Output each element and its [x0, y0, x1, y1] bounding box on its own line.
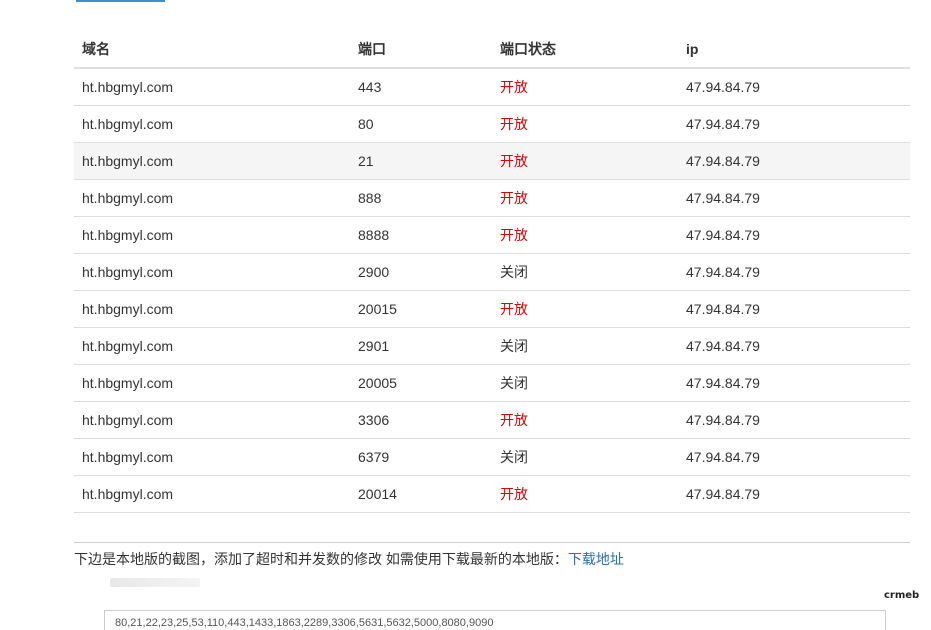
- cell-port-state: 开放: [492, 401, 678, 439]
- cell-port-state: 关闭: [492, 364, 678, 402]
- table-header-row: 域名 端口 端口状态 ip: [74, 30, 910, 69]
- cell-domain: ht.hbgmyl.com: [74, 327, 350, 365]
- cell-domain: ht.hbgmyl.com: [74, 475, 350, 513]
- table-row: ht.hbgmyl.com 20015 开放 47.94.84.79: [74, 290, 910, 328]
- cell-domain: ht.hbgmyl.com: [74, 142, 350, 180]
- table-row: ht.hbgmyl.com 888 开放 47.94.84.79: [74, 179, 910, 217]
- cell-port-state: 开放: [492, 290, 678, 328]
- table-row: ht.hbgmyl.com 3306 开放 47.94.84.79: [74, 401, 910, 439]
- table-row: ht.hbgmyl.com 20014 开放 47.94.84.79: [74, 475, 910, 513]
- cell-ip: 47.94.84.79: [678, 142, 910, 180]
- cell-port: 6379: [350, 438, 492, 476]
- cell-port-state: 开放: [492, 475, 678, 513]
- cell-domain: ht.hbgmyl.com: [74, 68, 350, 106]
- cell-ip: 47.94.84.79: [678, 364, 910, 402]
- crmeb-watermark-logo: crmeb: [884, 590, 920, 601]
- note-text: 下边是本地版的截图，添加了超时和并发数的修改 如需使用下载最新的本地版：: [74, 551, 568, 567]
- cell-ip: 47.94.84.79: [678, 216, 910, 254]
- download-link[interactable]: 下载地址: [568, 551, 624, 567]
- cell-ip: 47.94.84.79: [678, 401, 910, 439]
- column-header-port: 端口: [350, 30, 492, 69]
- cell-domain: ht.hbgmyl.com: [74, 253, 350, 291]
- port-scan-results-table: 域名 端口 端口状态 ip ht.hbgmyl.com 443 开放 47.94.84…: [74, 30, 910, 513]
- cell-port-state: 开放: [492, 105, 678, 143]
- ports-input[interactable]: 80,21,22,23,25,53,110,443,1433,1863,2289…: [104, 610, 886, 630]
- cell-port: 20015: [350, 290, 492, 328]
- table-row: ht.hbgmyl.com 8888 开放 47.94.84.79: [74, 216, 910, 254]
- active-tab-underline: [76, 0, 165, 2]
- local-version-screenshot: 80,21,22,23,25,53,110,443,1433,1863,2289…: [96, 572, 910, 630]
- cell-port-state: 开放: [492, 216, 678, 254]
- cell-ip: 47.94.84.79: [678, 179, 910, 217]
- local-version-note: 下边是本地版的截图，添加了超时和并发数的修改 如需使用下载最新的本地版：下载地址: [74, 549, 624, 569]
- table-row: ht.hbgmyl.com 443 开放 47.94.84.79: [74, 68, 910, 106]
- cell-port: 20005: [350, 364, 492, 402]
- cell-port-state: 开放: [492, 179, 678, 217]
- table-row: ht.hbgmyl.com 2900 关闭 47.94.84.79: [74, 253, 910, 291]
- faded-field-label: [110, 578, 200, 587]
- cell-port: 21: [350, 142, 492, 180]
- cell-port: 2900: [350, 253, 492, 291]
- table-row: ht.hbgmyl.com 80 开放 47.94.84.79: [74, 105, 910, 143]
- table-row: ht.hbgmyl.com 21 开放 47.94.84.79: [74, 142, 910, 180]
- cell-port-state: 关闭: [492, 327, 678, 365]
- table-row: ht.hbgmyl.com 6379 关闭 47.94.84.79: [74, 438, 910, 476]
- cell-ip: 47.94.84.79: [678, 438, 910, 476]
- cell-ip: 47.94.84.79: [678, 68, 910, 106]
- cell-domain: ht.hbgmyl.com: [74, 364, 350, 402]
- cell-port: 3306: [350, 401, 492, 439]
- cell-port-state: 关闭: [492, 438, 678, 476]
- column-header-port-state: 端口状态: [492, 30, 678, 69]
- cell-port-state: 开放: [492, 68, 678, 106]
- cell-domain: ht.hbgmyl.com: [74, 179, 350, 217]
- cell-ip: 47.94.84.79: [678, 475, 910, 513]
- cell-domain: ht.hbgmyl.com: [74, 438, 350, 476]
- cell-ip: 47.94.84.79: [678, 253, 910, 291]
- cell-port-state: 开放: [492, 142, 678, 180]
- cell-ip: 47.94.84.79: [678, 290, 910, 328]
- cell-port: 8888: [350, 216, 492, 254]
- cell-port-state: 关闭: [492, 253, 678, 291]
- section-divider: [74, 542, 910, 543]
- table-row: ht.hbgmyl.com 2901 关闭 47.94.84.79: [74, 327, 910, 365]
- cell-port: 20014: [350, 475, 492, 513]
- cell-ip: 47.94.84.79: [678, 105, 910, 143]
- cell-ip: 47.94.84.79: [678, 327, 910, 365]
- cell-domain: ht.hbgmyl.com: [74, 401, 350, 439]
- cell-domain: ht.hbgmyl.com: [74, 216, 350, 254]
- table-body: ht.hbgmyl.com 443 开放 47.94.84.79 ht.hbgmyl.c…: [74, 68, 910, 513]
- cell-domain: ht.hbgmyl.com: [74, 290, 350, 328]
- cell-domain: ht.hbgmyl.com: [74, 105, 350, 143]
- cell-port: 888: [350, 179, 492, 217]
- cell-port: 2901: [350, 327, 492, 365]
- column-header-ip: ip: [678, 30, 910, 69]
- cell-port: 80: [350, 105, 492, 143]
- table-row: ht.hbgmyl.com 20005 关闭 47.94.84.79: [74, 364, 910, 402]
- cell-port: 443: [350, 68, 492, 106]
- column-header-domain: 域名: [74, 30, 350, 69]
